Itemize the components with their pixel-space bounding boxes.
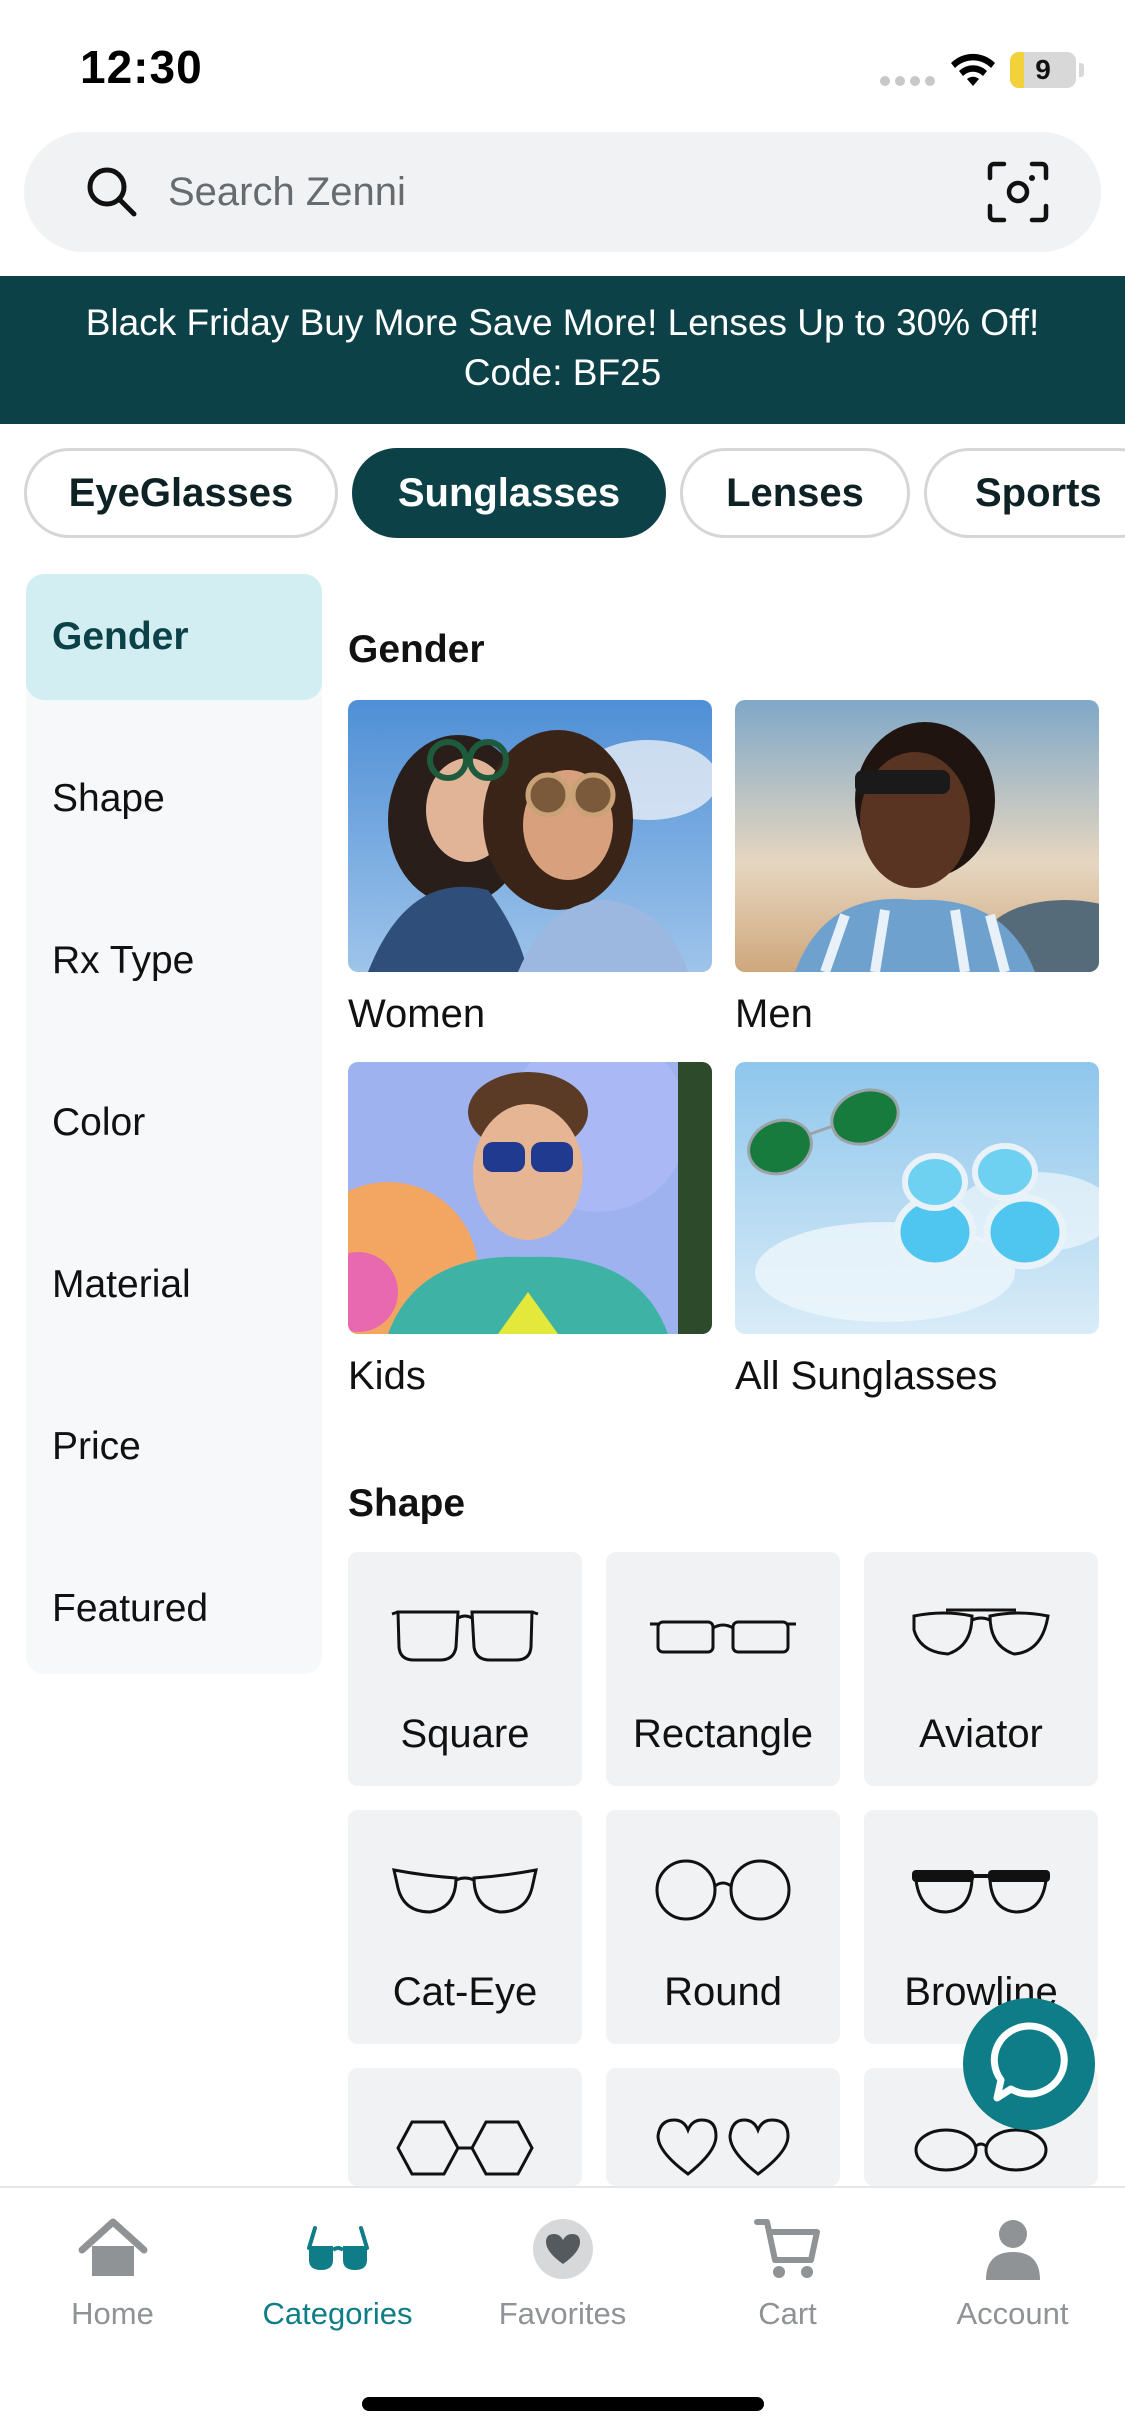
nav-label: Home: [71, 2296, 154, 2331]
all-sunglasses-photo: [735, 1062, 1099, 1334]
nav-label: Categories: [262, 2296, 413, 2331]
kids-photo: [348, 1062, 712, 1334]
round-frame-icon: [655, 1859, 791, 1921]
promo-line-1: Black Friday Buy More Save More! Lenses …: [85, 302, 1040, 343]
account-icon: [986, 2220, 1040, 2280]
card-label: All Sunglasses: [735, 1354, 998, 1398]
card-label: Kids: [348, 1354, 426, 1398]
cat-eye-frame-icon: [392, 1868, 538, 1914]
square-frame-icon: [391, 1610, 539, 1662]
chat-bubble-icon: [990, 2022, 1068, 2102]
home-indicator: [362, 2397, 764, 2411]
section-title-shape: Shape: [348, 1482, 466, 1525]
heart-frame-icon: [656, 2118, 790, 2176]
sidebar-item-shape[interactable]: Shape: [26, 736, 322, 862]
search-icon: [87, 167, 137, 217]
shape-label: Aviator: [919, 1712, 1043, 1756]
category-tabs: EyeGlasses Sunglasses Lenses Sports: [0, 448, 1125, 540]
aviator-frame-icon: [912, 1608, 1050, 1656]
shape-tile-aviator[interactable]: Aviator: [864, 1552, 1098, 1786]
nav-cart[interactable]: Cart: [675, 2188, 900, 2348]
home-icon: [78, 2218, 148, 2276]
card-label: Men: [735, 992, 813, 1036]
shape-label: Rectangle: [632, 1712, 814, 1756]
search-input[interactable]: Search Zenni: [168, 170, 406, 215]
nav-label: Account: [956, 2296, 1069, 2331]
wifi-icon: [951, 53, 995, 86]
cart-icon: [754, 2219, 820, 2278]
glasses-icon: [307, 2226, 369, 2270]
shape-tile-rectangle[interactable]: Rectangle: [606, 1552, 840, 1786]
nav-favorites[interactable]: Favorites: [450, 2188, 675, 2348]
men-photo: [735, 700, 1099, 972]
shape-tile-square[interactable]: Square: [348, 1552, 582, 1786]
tab-sports[interactable]: Sports: [924, 448, 1125, 538]
nav-home[interactable]: Home: [0, 2188, 225, 2348]
geometric-frame-icon: [396, 2120, 534, 2176]
chat-button[interactable]: [963, 1998, 1095, 2130]
sidebar-item-rx-type[interactable]: Rx Type: [26, 898, 322, 1024]
section-title-gender: Gender: [348, 628, 485, 671]
rectangle-frame-icon: [650, 1620, 796, 1654]
status-bar: 12:30 9: [0, 0, 1125, 130]
camera-scan-icon[interactable]: [986, 160, 1050, 224]
women-photo: [348, 700, 712, 972]
tab-sunglasses[interactable]: Sunglasses: [352, 448, 666, 538]
nav-label: Favorites: [498, 2296, 627, 2331]
shape-tile-round[interactable]: Round: [606, 1810, 840, 2044]
nav-account[interactable]: Account: [900, 2188, 1125, 2348]
battery-icon: 9: [1010, 52, 1076, 88]
sidebar-item-color[interactable]: Color: [26, 1060, 322, 1186]
browline-frame-icon: [912, 1870, 1050, 1914]
filter-sidebar: Gender Shape Rx Type Color Material Pric…: [26, 574, 322, 1674]
shape-label: Cat-Eye: [392, 1970, 538, 2014]
sidebar-item-featured[interactable]: Featured: [26, 1546, 322, 1672]
cellular-signal-icon: [880, 76, 936, 86]
sidebar-item-material[interactable]: Material: [26, 1222, 322, 1348]
nav-label: Cart: [758, 2296, 817, 2331]
status-time: 12:30: [80, 41, 203, 93]
promo-banner[interactable]: Black Friday Buy More Save More! Lenses …: [0, 276, 1125, 424]
sidebar-item-price[interactable]: Price: [26, 1384, 322, 1510]
search-bar[interactable]: Search Zenni: [24, 132, 1101, 252]
battery-tip: [1079, 63, 1084, 77]
tab-lenses[interactable]: Lenses: [680, 448, 910, 538]
shape-tile-cat-eye[interactable]: Cat-Eye: [348, 1810, 582, 2044]
card-label: Women: [348, 992, 486, 1036]
shape-label: Square: [400, 1712, 530, 1756]
shape-tile-heart[interactable]: [606, 2068, 840, 2186]
sidebar-item-gender[interactable]: Gender: [26, 574, 322, 700]
tab-eyeglasses[interactable]: EyeGlasses: [24, 448, 338, 538]
promo-code: Code: BF25: [463, 352, 662, 393]
heart-icon: [533, 2219, 593, 2279]
nav-categories[interactable]: Categories: [225, 2188, 450, 2348]
shape-tile-geometric[interactable]: [348, 2068, 582, 2186]
shape-label: Round: [664, 1970, 782, 2014]
battery-level: 9: [1035, 54, 1051, 85]
